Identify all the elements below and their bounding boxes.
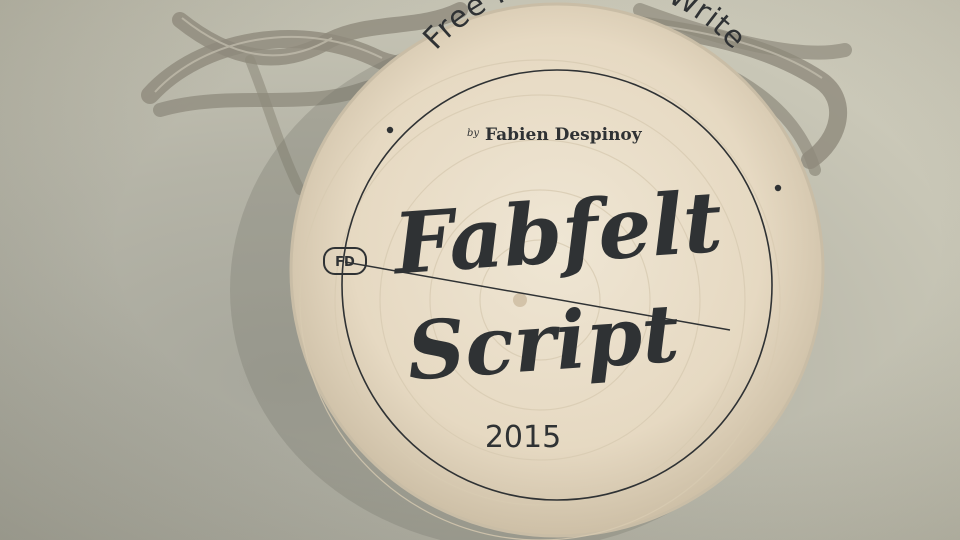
title-line-2: Script	[404, 286, 682, 399]
byline-prefix: by	[467, 128, 479, 139]
year-label: 2015	[485, 420, 561, 455]
dot-left	[386, 126, 394, 134]
monogram-text: FD	[335, 255, 355, 270]
dot-right	[774, 184, 782, 192]
wooden-badge: Free Font Hand Write by Fabien Despinoy …	[230, 0, 825, 540]
author-name: Fabien Despinoy	[485, 125, 643, 145]
